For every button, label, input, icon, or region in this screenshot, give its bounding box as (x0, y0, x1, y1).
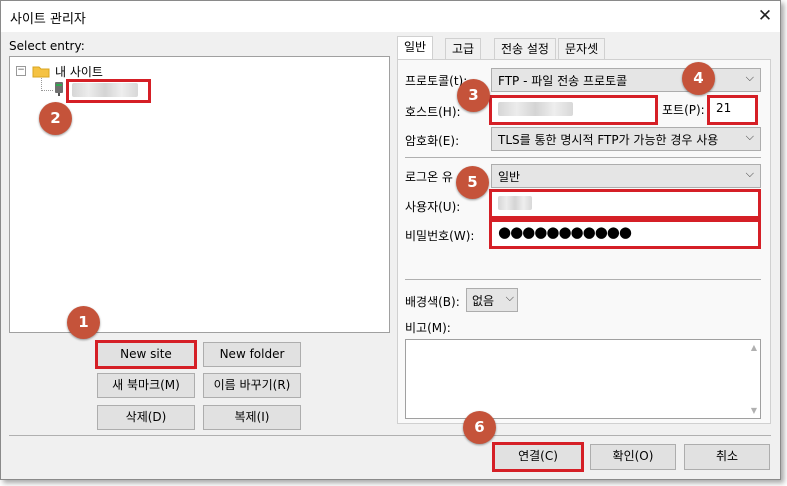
new-folder-button[interactable]: New folder (203, 342, 301, 367)
redacted-user (498, 196, 532, 210)
scroll-up-icon[interactable]: ▲ (751, 343, 757, 352)
redacted-host (498, 102, 573, 116)
site-tree[interactable]: − 내 사이트 (9, 56, 390, 333)
rename-button[interactable]: 이름 바꾸기(R) (203, 373, 301, 398)
protocol-label: 프로토콜(t): (405, 74, 468, 88)
tree-connector-horizontal (41, 90, 53, 91)
logon-type-select[interactable]: 일반 ⌵ (491, 164, 761, 188)
port-input[interactable]: 21 (707, 95, 758, 125)
user-label: 사용자(U): (405, 200, 461, 214)
annotation-badge-6: 6 (463, 411, 496, 444)
protocol-select[interactable]: FTP - 파일 전송 프로토콜 ⌵ (491, 68, 761, 92)
background-color-select[interactable]: 없음 ⌵ (466, 288, 518, 312)
tab-charset[interactable]: 문자셋 (558, 38, 606, 60)
duplicate-button[interactable]: 복제(I) (203, 405, 301, 430)
new-bookmark-button[interactable]: 새 북마크(M) (97, 373, 195, 398)
chevron-down-icon: ⌵ (505, 291, 514, 304)
tree-root-label[interactable]: 내 사이트 (55, 63, 103, 80)
site-manager-dialog: 사이트 관리자 ✕ Select entry: − 내 사이트 New site… (0, 0, 781, 480)
logon-type-label: 로그온 유 (405, 170, 453, 184)
tree-site-item[interactable] (66, 79, 151, 103)
comments-textarea[interactable]: ▲ ▼ (405, 339, 761, 419)
select-entry-label: Select entry: (9, 39, 85, 53)
window-title: 사이트 관리자 (10, 12, 86, 27)
chevron-down-icon: ⌵ (745, 71, 754, 84)
title-bar: 사이트 관리자 ✕ (1, 1, 780, 32)
password-input[interactable]: ●●●●●●●●●●● (489, 219, 761, 249)
annotation-badge-2: 2 (39, 102, 72, 135)
tab-advanced[interactable]: 고급 (445, 38, 482, 60)
close-button[interactable]: ✕ (750, 1, 780, 31)
comments-label: 비고(M): (405, 321, 451, 335)
annotation-badge-4: 4 (682, 62, 715, 95)
cancel-button[interactable]: 취소 (684, 444, 770, 470)
chevron-down-icon: ⌵ (745, 167, 754, 180)
redacted-site-name (72, 83, 138, 97)
host-input[interactable] (489, 95, 658, 125)
divider (405, 279, 761, 280)
background-color-label: 배경색(B): (405, 295, 460, 309)
annotation-badge-3: 3 (457, 79, 490, 112)
footer-divider (9, 435, 771, 436)
host-label: 호스트(H): (405, 105, 461, 119)
annotation-badge-1: 1 (67, 306, 100, 339)
divider (405, 157, 761, 158)
collapse-icon[interactable]: − (16, 66, 26, 76)
encryption-select[interactable]: TLS를 통한 명시적 FTP가 가능한 경우 사용 ⌵ (491, 127, 761, 151)
delete-button[interactable]: 삭제(D) (97, 405, 195, 430)
folder-icon (32, 66, 50, 78)
ok-button[interactable]: 확인(O) (590, 444, 676, 470)
encryption-label: 암호화(E): (405, 134, 460, 148)
port-label: 포트(P): (662, 103, 705, 117)
connect-button[interactable]: 연결(C) (492, 442, 584, 472)
tab-transfer-settings[interactable]: 전송 설정 (494, 38, 556, 60)
new-site-button[interactable]: New site (95, 340, 197, 369)
user-input[interactable] (489, 189, 761, 219)
chevron-down-icon: ⌵ (745, 130, 754, 143)
annotation-badge-5: 5 (456, 166, 489, 199)
scroll-down-icon[interactable]: ▼ (751, 406, 757, 415)
password-label: 비밀번호(W): (405, 229, 475, 243)
server-icon (55, 82, 63, 96)
tab-general[interactable]: 일반 (397, 36, 434, 60)
